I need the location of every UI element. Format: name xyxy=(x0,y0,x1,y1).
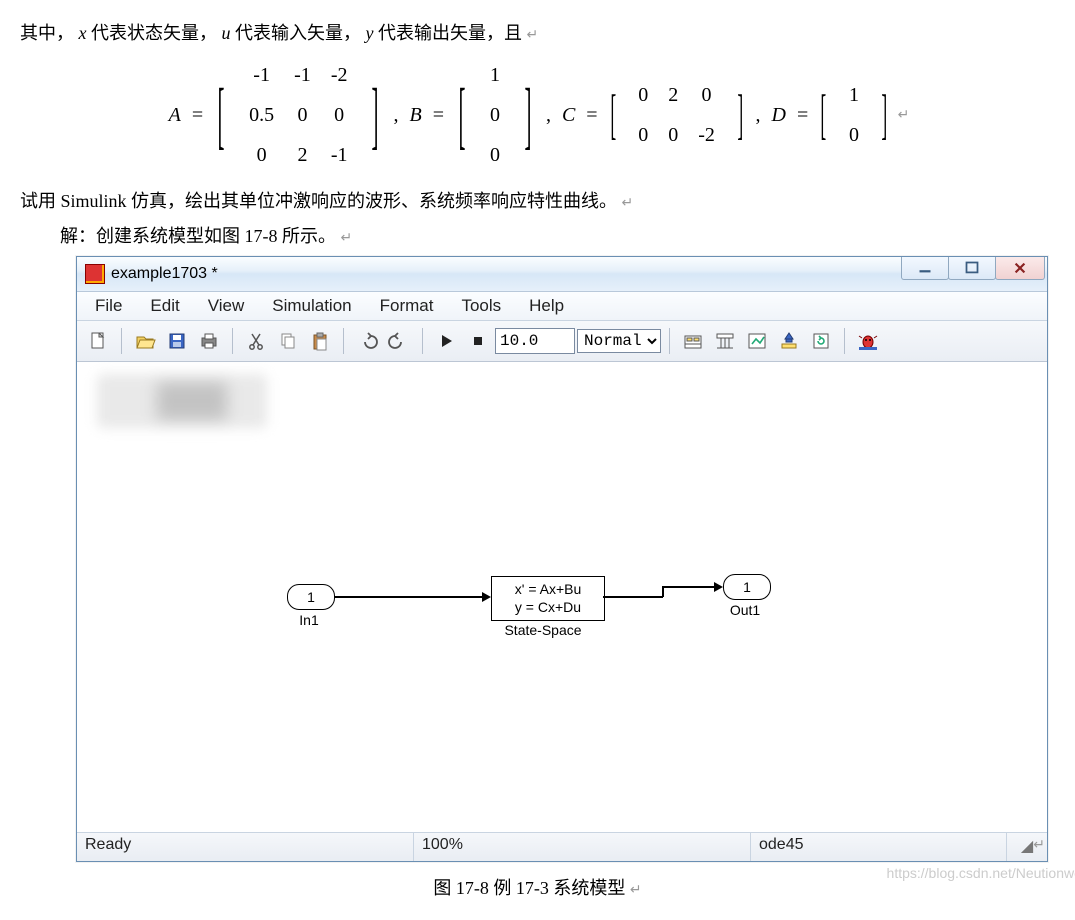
status-bar: Ready 100% ode45 ◢ xyxy=(77,833,1047,861)
title-bar[interactable]: example1703 * xyxy=(77,257,1047,292)
open-button[interactable] xyxy=(130,326,160,356)
status-zoom: 100% xyxy=(414,833,751,861)
maximize-button[interactable] xyxy=(948,257,996,280)
simulink-icon xyxy=(85,264,105,284)
library-browser-icon[interactable] xyxy=(710,326,740,356)
simulation-mode-select[interactable]: Normal xyxy=(577,329,661,353)
menu-bar: File Edit View Simulation Format Tools H… xyxy=(77,292,1047,321)
menu-file[interactable]: File xyxy=(81,294,136,318)
matrix-D: 1 0 xyxy=(839,75,869,155)
menu-tools[interactable]: Tools xyxy=(447,294,515,318)
matrix-B: 1 0 0 xyxy=(480,55,510,175)
cut-button[interactable] xyxy=(241,326,271,356)
arrow-icon xyxy=(714,582,723,592)
redo-button[interactable] xyxy=(384,326,414,356)
stop-button[interactable] xyxy=(463,326,493,356)
matrix-A: -1-1-2 0.500 02-1 xyxy=(239,55,357,175)
return-mark: ↵ xyxy=(630,883,642,898)
simulink-window: example1703 * File Edit View Simulation … xyxy=(76,256,1048,862)
return-mark: ↵ xyxy=(1033,833,1045,858)
model-browser-icon[interactable] xyxy=(678,326,708,356)
text: 其中， xyxy=(20,23,74,43)
text: 代表输出矢量，且 xyxy=(378,23,522,43)
menu-format[interactable]: Format xyxy=(366,294,448,318)
refresh-button[interactable] xyxy=(806,326,836,356)
paragraph-1: 其中， x 代表状态矢量， u 代表输入矢量， y 代表输出矢量，且 ↵ xyxy=(20,17,1055,49)
arrow-icon xyxy=(482,592,491,602)
var-y: y xyxy=(366,23,374,43)
status-solver: ode45 xyxy=(751,833,1007,861)
wire-ss-out-h1 xyxy=(603,596,663,598)
matrix-C: 020 00-2 xyxy=(628,75,725,155)
var-u: u xyxy=(222,23,231,43)
model-explorer-icon[interactable] xyxy=(742,326,772,356)
text: 代表输入矢量， xyxy=(235,23,361,43)
copy-button[interactable] xyxy=(273,326,303,356)
menu-simulation[interactable]: Simulation xyxy=(258,294,365,318)
equation-block: A= [ -1-1-2 0.500 02-1 ] , B= [ 1 0 0 ] … xyxy=(20,55,1055,175)
return-mark: ↵ xyxy=(341,231,353,246)
return-mark: ↵ xyxy=(527,28,539,43)
window-title: example1703 * xyxy=(111,265,218,283)
minimize-button[interactable] xyxy=(901,257,949,280)
out1-label: Out1 xyxy=(685,602,805,618)
build-button[interactable] xyxy=(774,326,804,356)
paragraph-3: 解：创建系统模型如图 17-8 所示。 ↵ xyxy=(20,220,1055,252)
stop-time-input[interactable] xyxy=(495,328,575,354)
debug-button[interactable] xyxy=(853,326,883,356)
wire-ss-out-h2 xyxy=(662,586,717,588)
print-button[interactable] xyxy=(194,326,224,356)
toolbar: Normal xyxy=(77,321,1047,362)
paste-button[interactable] xyxy=(305,326,335,356)
var-x: x xyxy=(79,23,87,43)
close-button[interactable] xyxy=(995,257,1045,280)
save-button[interactable] xyxy=(162,326,192,356)
return-mark: ↵ xyxy=(622,196,634,211)
paragraph-2: 试用 Simulink 仿真，绘出其单位冲激响应的波形、系统频率响应特性曲线。 … xyxy=(20,185,1055,217)
undo-button[interactable] xyxy=(352,326,382,356)
new-button[interactable] xyxy=(83,326,113,356)
return-mark: ↵ xyxy=(898,103,910,128)
out1-block[interactable]: 1 xyxy=(723,574,771,600)
model-canvas[interactable]: 1 In1 x' = Ax+Bu y = Cx+Du State-Space 1… xyxy=(77,362,1047,833)
in1-label: In1 xyxy=(249,612,369,628)
smudge-mark xyxy=(97,374,267,428)
menu-help[interactable]: Help xyxy=(515,294,578,318)
menu-edit[interactable]: Edit xyxy=(136,294,193,318)
in1-block[interactable]: 1 xyxy=(287,584,335,610)
wire-ss-out-v xyxy=(662,586,664,597)
menu-view[interactable]: View xyxy=(194,294,259,318)
run-button[interactable] xyxy=(431,326,461,356)
state-space-label: State-Space xyxy=(483,622,603,638)
wire-in-to-ss xyxy=(335,596,485,598)
status-ready: Ready xyxy=(77,833,414,861)
watermark-text: https://blog.csdn.net/Neutionwei xyxy=(887,861,1075,886)
text: 代表状态矢量， xyxy=(91,23,217,43)
state-space-block[interactable]: x' = Ax+Bu y = Cx+Du xyxy=(491,576,605,621)
